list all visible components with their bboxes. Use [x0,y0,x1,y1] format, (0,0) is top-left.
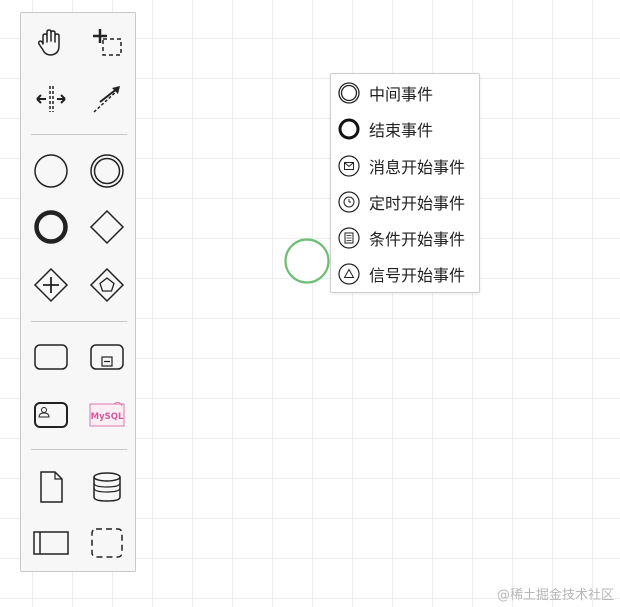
message-start-event-icon [338,155,360,177]
signal-start-event-icon [338,263,360,285]
create-user-task[interactable] [27,391,75,439]
palette-separator [31,134,127,135]
start-event-icon [34,154,68,188]
space-tool-icon [36,86,66,112]
palette-separator [31,321,127,322]
pool-icon [33,531,69,555]
canvas-start-event[interactable] [284,238,330,284]
create-intermediate-event[interactable] [83,147,131,195]
menu-item-label: 信号开始事件 [369,266,466,285]
start-event-shape [284,238,330,284]
menu-item-label: 条件开始事件 [369,230,466,249]
intermediate-event-icon [338,82,360,104]
menu-item-label: 中间事件 [369,85,434,104]
event-based-gateway-icon [89,267,125,303]
data-store-icon [93,472,121,502]
create-start-event[interactable] [27,147,75,195]
menu-item-label: 定时开始事件 [369,194,466,213]
end-event-icon [34,210,68,244]
menu-item-message-start-event[interactable]: 消息开始事件 [337,151,477,181]
create-gateway[interactable] [83,203,131,251]
group-icon [91,528,123,558]
space-tool[interactable] [27,75,75,123]
tool-palette: MySQL [20,12,136,572]
lasso-tool[interactable] [83,19,131,67]
create-end-event[interactable] [27,203,75,251]
create-data-store[interactable] [83,463,131,511]
menu-item-end-event[interactable]: 结束事件 [337,114,477,144]
conditional-start-event-icon [338,227,360,249]
subprocess-icon [90,344,124,370]
watermark: @稀土掘金技术社区 [496,588,614,603]
end-event-icon [338,118,360,140]
mysql-label: MySQL [91,412,124,422]
create-event-based-gateway[interactable] [83,261,131,309]
create-data-object[interactable] [27,463,75,511]
start-event-circle [284,238,330,284]
replace-menu: 中间事件 结束事件 消息开始事件 定时开始事件 条件开始事件 信号开始事件 [330,73,480,293]
user-task-icon [34,402,68,428]
timer-start-event-icon [338,191,360,213]
menu-item-timer-start-event[interactable]: 定时开始事件 [337,187,477,217]
create-parallel-gateway[interactable] [27,261,75,309]
menu-item-label: 结束事件 [369,121,434,140]
data-object-icon [40,471,63,503]
global-connect-tool-icon [93,86,120,113]
task-icon [34,344,68,370]
create-subprocess[interactable] [83,333,131,381]
hand-tool[interactable] [27,19,75,67]
create-group[interactable] [83,519,131,567]
create-pool[interactable] [27,519,75,567]
lasso-tool-icon [93,29,122,56]
gateway-icon [89,209,125,245]
menu-item-conditional-start-event[interactable]: 条件开始事件 [337,223,477,253]
hand-tool-icon [37,29,60,56]
menu-item-label: 消息开始事件 [369,158,466,177]
intermediate-event-icon [90,154,124,188]
menu-item-intermediate-event[interactable]: 中间事件 [337,78,477,108]
global-connect-tool[interactable] [83,75,131,123]
parallel-gateway-icon [33,267,69,303]
create-mysql-task[interactable]: MySQL [83,391,131,439]
mysql-task-icon: MySQL [89,402,125,427]
palette-separator [31,449,127,450]
menu-item-signal-start-event[interactable]: 信号开始事件 [337,259,477,289]
create-task[interactable] [27,333,75,381]
